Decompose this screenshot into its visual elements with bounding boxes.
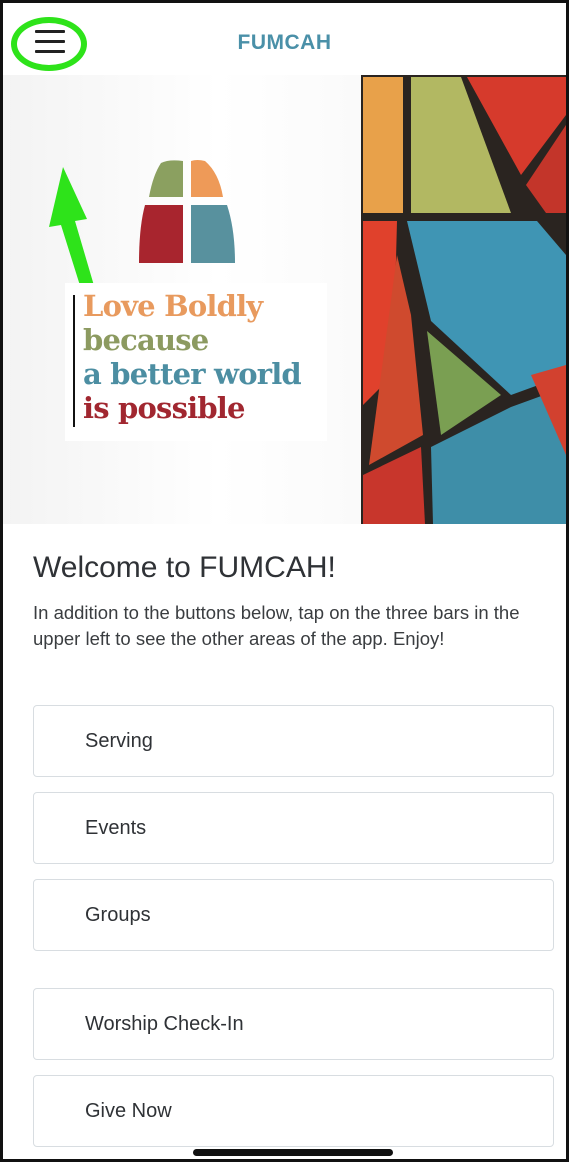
tagline-line-1: Love Boldly: [83, 289, 263, 323]
events-button-label: Events: [85, 817, 147, 839]
church-logo-icon: [139, 160, 235, 263]
tagline-line-4: is possible: [83, 391, 245, 425]
worship-check-in-button[interactable]: Worship Check-In: [33, 988, 554, 1060]
serving-button[interactable]: Serving: [33, 705, 554, 777]
top-header: FUMCAH: [3, 3, 566, 75]
groups-button[interactable]: Groups: [33, 879, 554, 951]
stained-glass-image: [361, 75, 566, 524]
tagline-line-2: because: [83, 323, 209, 357]
groups-button-label: Groups: [85, 904, 151, 926]
events-button[interactable]: Events: [33, 792, 554, 864]
welcome-heading: Welcome to FUMCAH!: [33, 551, 336, 584]
worship-check-in-button-label: Worship Check-In: [85, 1013, 244, 1035]
home-indicator[interactable]: [193, 1149, 393, 1156]
hero-banner: Love Boldly because a better world is po…: [3, 75, 566, 524]
tagline-card: Love Boldly because a better world is po…: [65, 283, 327, 441]
give-now-button-label: Give Now: [85, 1100, 172, 1122]
app-title: FUMCAH: [237, 31, 332, 54]
tagline-divider: [73, 295, 75, 427]
welcome-description: In addition to the buttons below, tap on…: [33, 602, 520, 649]
app-screen: FUMCAH Love Boldly because a better worl…: [0, 0, 569, 1162]
serving-button-label: Serving: [85, 730, 153, 752]
tagline-line-3: a better world: [83, 357, 302, 391]
give-now-button[interactable]: Give Now: [33, 1075, 554, 1147]
